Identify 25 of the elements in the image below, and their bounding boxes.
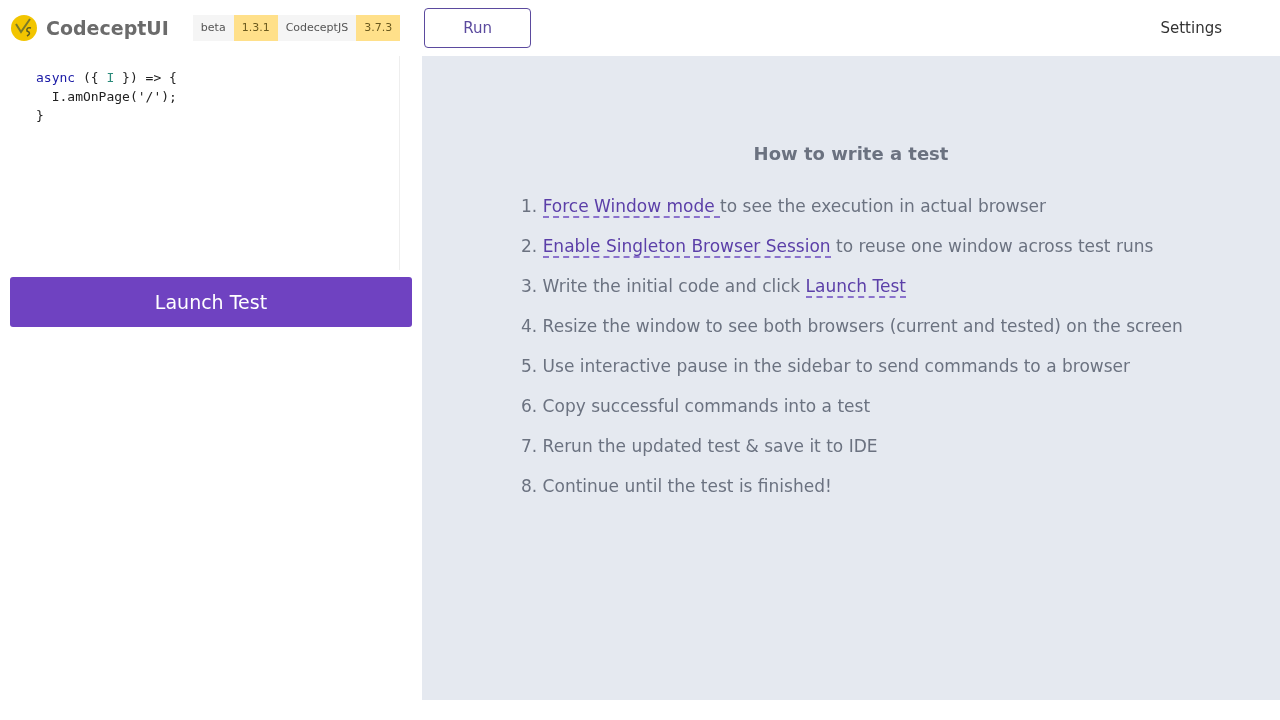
settings-link[interactable]: Settings [1160,16,1222,40]
brand-name: CodeceptUI [46,15,169,41]
code-line: } [36,107,45,125]
version-tag: 1.3.1 [233,14,278,42]
step-text: 6. Copy successful commands into a test [521,395,872,418]
code-line: async ({ I }) => { [36,69,178,87]
step-text: 8. Continue until the test is finished! [521,475,833,498]
code-line: I.amOnPage('/'); [50,88,178,106]
version-tag: 3.7.3 [356,14,401,42]
step-text: 2. Enable Singleton Browser Session to reuse one window across test runs [521,235,1155,258]
step-text: 4. Resize the window to see both browsers (current and tested) on the screen [521,315,1184,338]
step-text: 1. Force Window mode to see the execution in actual browser [521,195,1047,218]
guide-title: How to write a test [753,142,949,166]
version-tag: beta [192,14,234,42]
launch-test-button[interactable]: Launch Test [10,277,412,327]
version-tag: CodeceptJS [277,14,357,42]
step-link[interactable]: Launch Test [805,276,906,298]
logo-icon [10,14,38,42]
code-editor[interactable]: async ({ I }) => { I.amOnPage('/'); } [10,56,400,270]
run-button[interactable]: Run [424,8,532,48]
step-text: 3. Write the initial code and click Launch Test [521,275,907,298]
step-link[interactable]: Enable Singleton Browser Session [542,236,831,258]
step-text: 5. Use interactive pause in the sidebar to send commands to a browser [521,355,1131,378]
step-text: 7. Rerun the updated test & save it to IDE [521,435,879,458]
step-link[interactable]: Force Window mode [542,196,721,218]
